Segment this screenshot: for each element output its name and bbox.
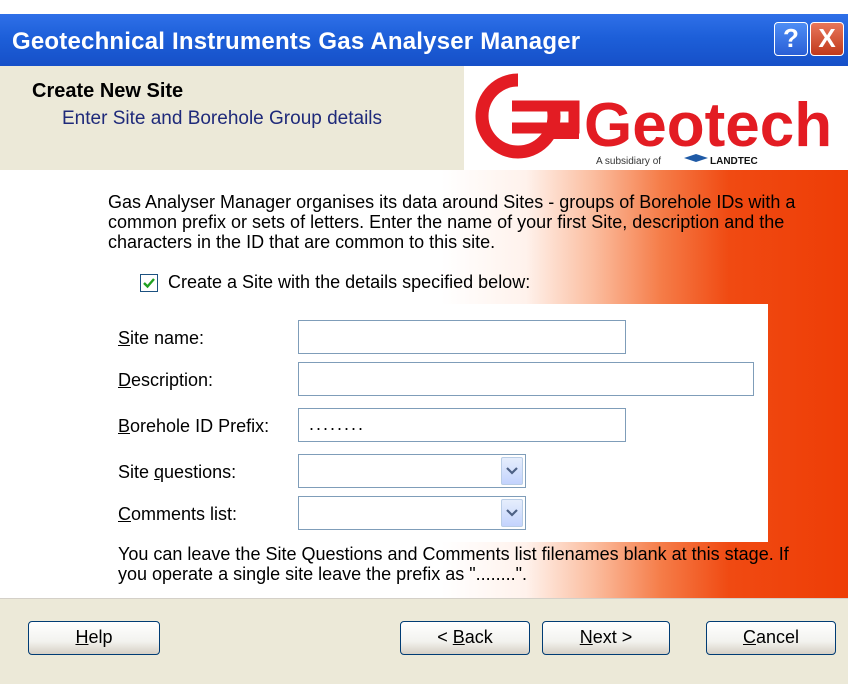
page-subtitle: Enter Site and Borehole Group details: [62, 108, 383, 129]
description-input[interactable]: [298, 362, 754, 396]
description-label: Description:: [118, 370, 214, 390]
geotech-logo: Geotech A subsidiary of LANDTEC: [464, 66, 848, 170]
site-questions-select[interactable]: [298, 454, 526, 488]
next-button[interactable]: Next >: [542, 621, 670, 655]
checkmark-icon: [143, 278, 155, 289]
close-icon: X: [818, 23, 836, 53]
logo-wordmark: Geotech: [584, 91, 832, 160]
note-text: You can leave the Site Questions and Com…: [118, 544, 789, 584]
cancel-button[interactable]: Cancel: [706, 621, 836, 655]
create-site-checkbox[interactable]: [140, 274, 158, 292]
borehole-prefix-input[interactable]: ........: [298, 408, 626, 442]
intro-text: Gas Analyser Manager organises its data …: [108, 192, 796, 252]
borehole-prefix-label: Borehole ID Prefix:: [118, 416, 270, 436]
back-button[interactable]: < Back: [400, 621, 530, 655]
comments-list-dropdown-button[interactable]: [501, 499, 523, 527]
wizard-header: Create New Site Enter Site and Borehole …: [0, 66, 848, 170]
site-questions-label: Site questions:: [118, 462, 237, 482]
create-site-label: Create a Site with the details specified…: [168, 272, 531, 292]
wizard-footer: Help < Back Next > Cancel: [0, 598, 848, 684]
comments-list-select[interactable]: [298, 496, 526, 530]
help-button[interactable]: Help: [28, 621, 160, 655]
wizard-content: Gas Analyser Manager organises its data …: [0, 170, 848, 598]
site-details-panel: Site name: Description: Borehole ID Pref…: [100, 304, 768, 542]
window-title: Geotechnical Instruments Gas Analyser Ma…: [12, 28, 581, 55]
page-title: Create New Site: [32, 80, 184, 102]
close-button[interactable]: X: [810, 22, 844, 56]
chevron-down-icon: [506, 509, 518, 517]
chevron-down-icon: [506, 467, 518, 475]
logo-parent: LANDTEC: [710, 156, 758, 167]
site-name-input[interactable]: [298, 320, 626, 354]
site-name-label: Site name:: [118, 328, 205, 348]
title-bar[interactable]: Geotechnical Instruments Gas Analyser Ma…: [0, 14, 848, 66]
screen-top-strip: [0, 0, 848, 14]
site-questions-dropdown-button[interactable]: [501, 457, 523, 485]
question-icon: ?: [783, 23, 799, 53]
comments-list-label: Comments list:: [118, 504, 238, 524]
title-help-button[interactable]: ?: [774, 22, 808, 56]
geotech-logo-graphic: Geotech A subsidiary of LANDTEC: [475, 72, 832, 167]
logo-tagline: A subsidiary of: [596, 156, 661, 167]
